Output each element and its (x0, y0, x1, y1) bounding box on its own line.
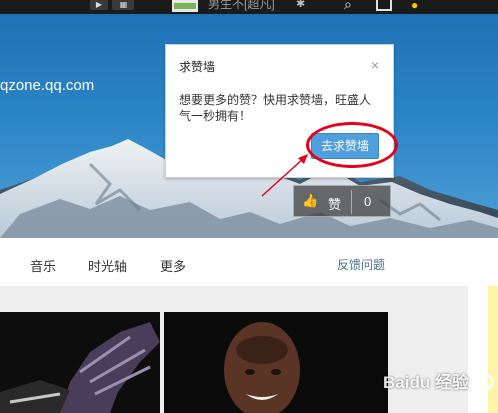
like-label: 赞 (328, 197, 342, 212)
divider (351, 190, 352, 214)
like-widget[interactable]: 👍 赞 0 (293, 185, 391, 217)
paw-logo-icon (470, 372, 494, 392)
profile-nav: 音乐 时光轴 更多 反馈问题 (0, 238, 498, 286)
nav-item-timeline[interactable]: 时光轴 (88, 256, 127, 275)
feedback-link[interactable]: 反馈问题 (337, 256, 385, 273)
thumbs-up-icon: 👍 (302, 193, 319, 208)
side-decoration (488, 286, 498, 413)
nav-item-more[interactable]: 更多 (160, 256, 186, 275)
like-count: 0 (364, 194, 372, 209)
watermark: Baidu 经验 (383, 373, 469, 392)
photo-card[interactable] (0, 312, 160, 413)
photo-card[interactable] (164, 312, 388, 413)
portrait-image (224, 322, 300, 413)
mechanical-hand-image (0, 322, 160, 413)
nav-item-music[interactable]: 音乐 (30, 256, 56, 275)
